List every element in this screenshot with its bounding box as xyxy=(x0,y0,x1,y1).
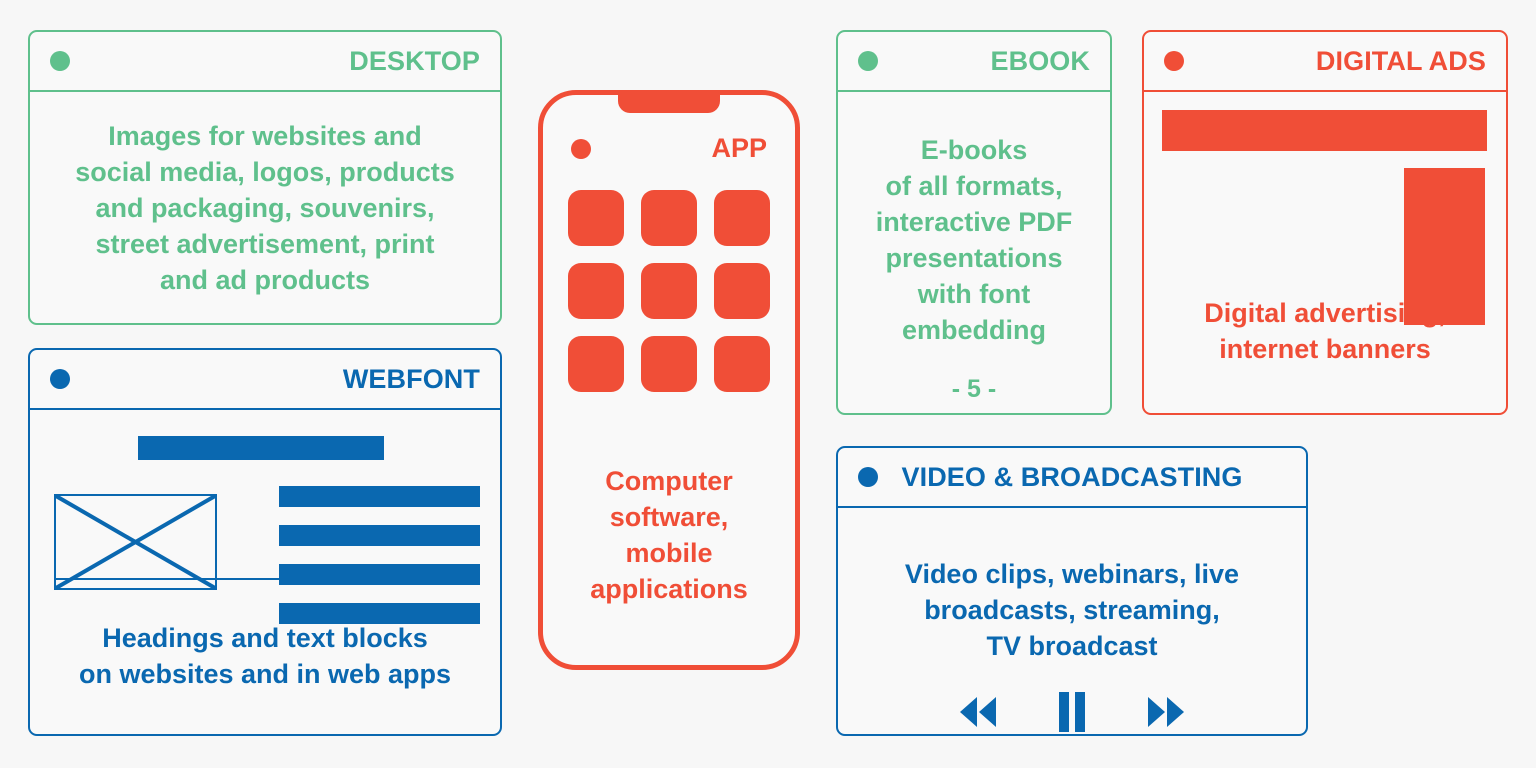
app-tile-icon[interactable] xyxy=(714,190,770,246)
card-desktop-body: Images for websites and social media, lo… xyxy=(30,92,500,332)
app-tile-icon[interactable] xyxy=(568,190,624,246)
card-ebook-title: EBOOK xyxy=(990,45,1090,76)
card-webfont-header: WEBFONT xyxy=(30,350,500,410)
app-tile-icon[interactable] xyxy=(641,190,697,246)
card-desktop-text: Images for websites and social media, lo… xyxy=(75,121,455,295)
wireframe-heading-bar xyxy=(138,436,384,460)
status-dot-icon xyxy=(1164,51,1184,71)
pause-icon[interactable] xyxy=(1056,691,1088,732)
media-controls xyxy=(854,691,1290,732)
status-dot-icon xyxy=(50,369,70,389)
app-tile-icon[interactable] xyxy=(568,336,624,392)
status-dot-icon xyxy=(571,138,591,159)
ebook-page-number: - 5 - xyxy=(951,375,997,404)
wireframe-text-line xyxy=(279,525,480,546)
wireframe-text-line xyxy=(279,603,480,624)
card-video-broadcasting-body: Video clips, webinars, live broadcasts, … xyxy=(838,508,1306,758)
card-video-broadcasting-header: VIDEO & BROADCASTING xyxy=(838,448,1306,508)
image-placeholder-icon xyxy=(54,494,217,590)
card-webfont-body: Headings and text blocks on websites and… xyxy=(30,410,500,734)
status-dot-icon xyxy=(858,467,878,487)
wireframe-text-lines xyxy=(279,486,480,624)
card-ebook-header: EBOOK xyxy=(838,32,1110,92)
card-webfont-caption: Headings and text blocks on websites and… xyxy=(78,623,452,690)
ads-artwork xyxy=(1144,92,1506,325)
skyscraper-banner xyxy=(1404,168,1485,325)
phone-notch xyxy=(618,94,720,113)
card-video-broadcasting: VIDEO & BROADCASTING Video clips, webina… xyxy=(836,446,1308,736)
infographic-canvas: DESKTOP Images for websites and social m… xyxy=(0,0,1536,768)
card-ebook-body: E-books of all formats, interactive PDF … xyxy=(838,92,1110,424)
card-app-phone: APP Computer software, mobile applicatio… xyxy=(538,90,800,670)
app-icon-grid xyxy=(568,190,770,392)
card-desktop-header: DESKTOP xyxy=(30,32,500,92)
card-app-caption-wrap: Computer software, mobile applications xyxy=(576,437,762,635)
card-video-broadcasting-text: Video clips, webinars, live broadcasts, … xyxy=(904,559,1240,661)
card-app-title: APP xyxy=(711,133,767,163)
app-tile-icon[interactable] xyxy=(641,263,697,319)
wireframe-text-line xyxy=(279,486,480,507)
card-digital-ads: DIGITAL ADS Digital advertising, interne… xyxy=(1142,30,1508,415)
fast-forward-icon[interactable] xyxy=(1144,695,1190,729)
card-digital-ads-header: DIGITAL ADS xyxy=(1144,32,1506,92)
app-tile-icon[interactable] xyxy=(714,263,770,319)
card-ebook-text: E-books of all formats, interactive PDF … xyxy=(875,135,1073,345)
app-tile-icon[interactable] xyxy=(568,263,624,319)
card-app-caption: Computer software, mobile applications xyxy=(590,466,748,605)
card-webfont: WEBFONT Headings and text blocks on webs… xyxy=(28,348,502,736)
rewind-icon[interactable] xyxy=(954,695,1000,729)
card-desktop: DESKTOP Images for websites and social m… xyxy=(28,30,502,325)
webfont-wireframe xyxy=(30,410,500,624)
leaderboard-banner xyxy=(1162,110,1487,151)
card-ebook: EBOOK E-books of all formats, interactiv… xyxy=(836,30,1112,415)
app-tile-icon[interactable] xyxy=(714,336,770,392)
wireframe-text-line xyxy=(279,564,480,585)
card-webfont-title: WEBFONT xyxy=(342,363,480,394)
card-digital-ads-body: Digital advertising, internet banners xyxy=(1144,92,1506,413)
card-desktop-title: DESKTOP xyxy=(349,45,480,76)
status-dot-icon xyxy=(858,51,878,71)
status-dot-icon xyxy=(50,51,70,71)
card-digital-ads-title: DIGITAL ADS xyxy=(1315,45,1486,76)
card-video-broadcasting-title: VIDEO & BROADCASTING xyxy=(901,461,1243,492)
app-tile-icon[interactable] xyxy=(641,336,697,392)
webfont-divider xyxy=(56,577,474,581)
